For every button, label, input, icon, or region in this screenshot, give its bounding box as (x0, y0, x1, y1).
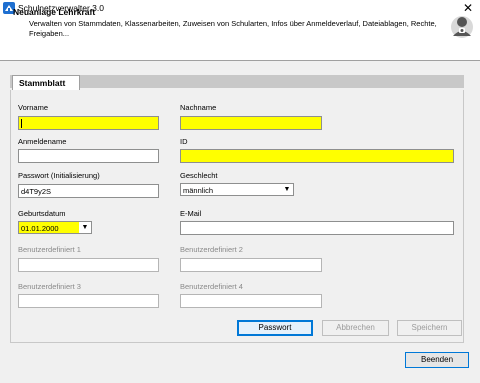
text-cursor (21, 119, 22, 128)
anmeldename-field[interactable] (18, 149, 159, 163)
beenden-button[interactable]: Beenden (405, 352, 469, 368)
benutzerdefiniert-2-field (180, 258, 322, 272)
benutzerdefiniert-3-field (18, 294, 159, 308)
chevron-down-icon[interactable]: ▼ (79, 222, 91, 233)
email-label: E-Mail (180, 209, 202, 218)
passwort-field[interactable]: d4T9y2S (18, 184, 159, 198)
anmeldename-label: Anmeldename (18, 137, 67, 146)
benutzerdefiniert-1-label: Benutzerdefiniert 1 (18, 245, 81, 254)
geschlecht-label: Geschlecht (180, 171, 218, 180)
abbrechen-button: Abbrechen (322, 320, 389, 336)
nachname-label: Nachname (180, 103, 217, 112)
teacher-avatar-icon (451, 16, 473, 38)
vorname-label: Vorname (18, 103, 49, 112)
header-title: Neuanlage Lehrkraft (13, 7, 96, 17)
email-field[interactable] (180, 221, 454, 235)
tab-stammblatt[interactable]: Stammblatt (12, 75, 80, 91)
geburtsdatum-datepicker[interactable]: 01.01.2000 ▼ (18, 221, 92, 234)
id-label: ID (180, 137, 188, 146)
benutzerdefiniert-2-label: Benutzerdefiniert 2 (180, 245, 243, 254)
header-description: Verwalten von Stammdaten, Klassenarbeite… (29, 19, 437, 38)
geschlecht-select[interactable]: männlich ▼ (180, 183, 294, 196)
id-field[interactable] (180, 149, 454, 163)
benutzerdefiniert-1-field (18, 258, 159, 272)
vorname-field[interactable] (18, 116, 159, 130)
geburtsdatum-label: Geburtsdatum (18, 209, 66, 218)
nachname-field[interactable] (180, 116, 322, 130)
passwort-label: Passwort (Initialisierung) (18, 171, 100, 180)
chevron-down-icon[interactable]: ▼ (281, 184, 293, 195)
passwort-button[interactable]: Passwort (237, 320, 313, 336)
header-divider (0, 60, 480, 61)
geschlecht-value: männlich (183, 186, 214, 195)
benutzerdefiniert-4-field (180, 294, 322, 308)
geburtsdatum-value: 01.01.2000 (21, 224, 59, 233)
speichern-button: Speichern (397, 320, 462, 336)
benutzerdefiniert-4-label: Benutzerdefiniert 4 (180, 282, 243, 291)
benutzerdefiniert-3-label: Benutzerdefiniert 3 (18, 282, 81, 291)
